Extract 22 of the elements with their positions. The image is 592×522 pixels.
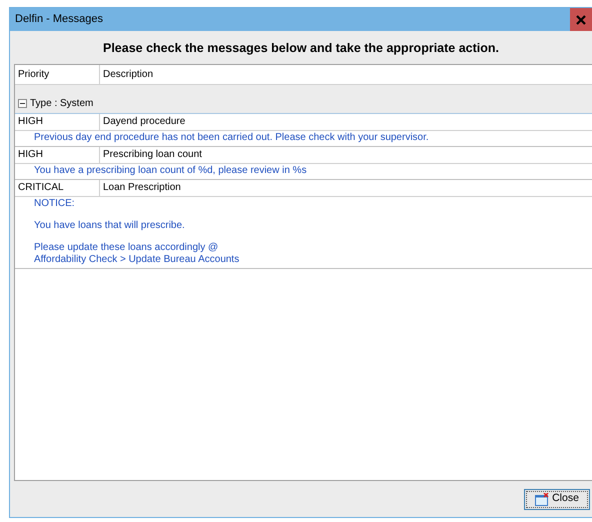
column-header[interactable]: Priority (15, 64, 100, 84)
group-label: Type : System (30, 96, 94, 111)
window-title: Delfin - Messages (15, 12, 104, 28)
message-text: You have loans that will prescribe. (34, 220, 186, 232)
priority-cell: CRITICAL (15, 180, 100, 196)
message-text: You have a prescribing loan count of %d, please review in %s (34, 164, 308, 177)
group-toggle-icon[interactable] (18, 98, 27, 108)
group-row[interactable]: Type : System (15, 84, 592, 114)
instruction-text: Please check the messages below and take the appropriate action. (102, 40, 500, 57)
column-header[interactable]: Description (100, 64, 592, 84)
close-button[interactable] (570, 8, 592, 31)
window-close-icon (535, 492, 550, 506)
message-text: NOTICE: (34, 198, 76, 210)
message-text: Previous day end procedure has not been carried out. Please check with your supervisor. (34, 132, 430, 144)
description-cell-text: Loan Prescription (102, 181, 182, 196)
priority-cell: HIGH (15, 114, 100, 130)
description-cell-text: Prescribing loan count (102, 148, 203, 162)
message-text: Please update these loans accordingly @ Affordability Check > Update Bureau Accounts (34, 242, 240, 266)
close-icon (576, 14, 586, 24)
priority-cell: HIGH (15, 146, 100, 163)
close-button[interactable]: Close (524, 488, 590, 510)
description-cell-text: Dayend procedure (102, 115, 186, 130)
